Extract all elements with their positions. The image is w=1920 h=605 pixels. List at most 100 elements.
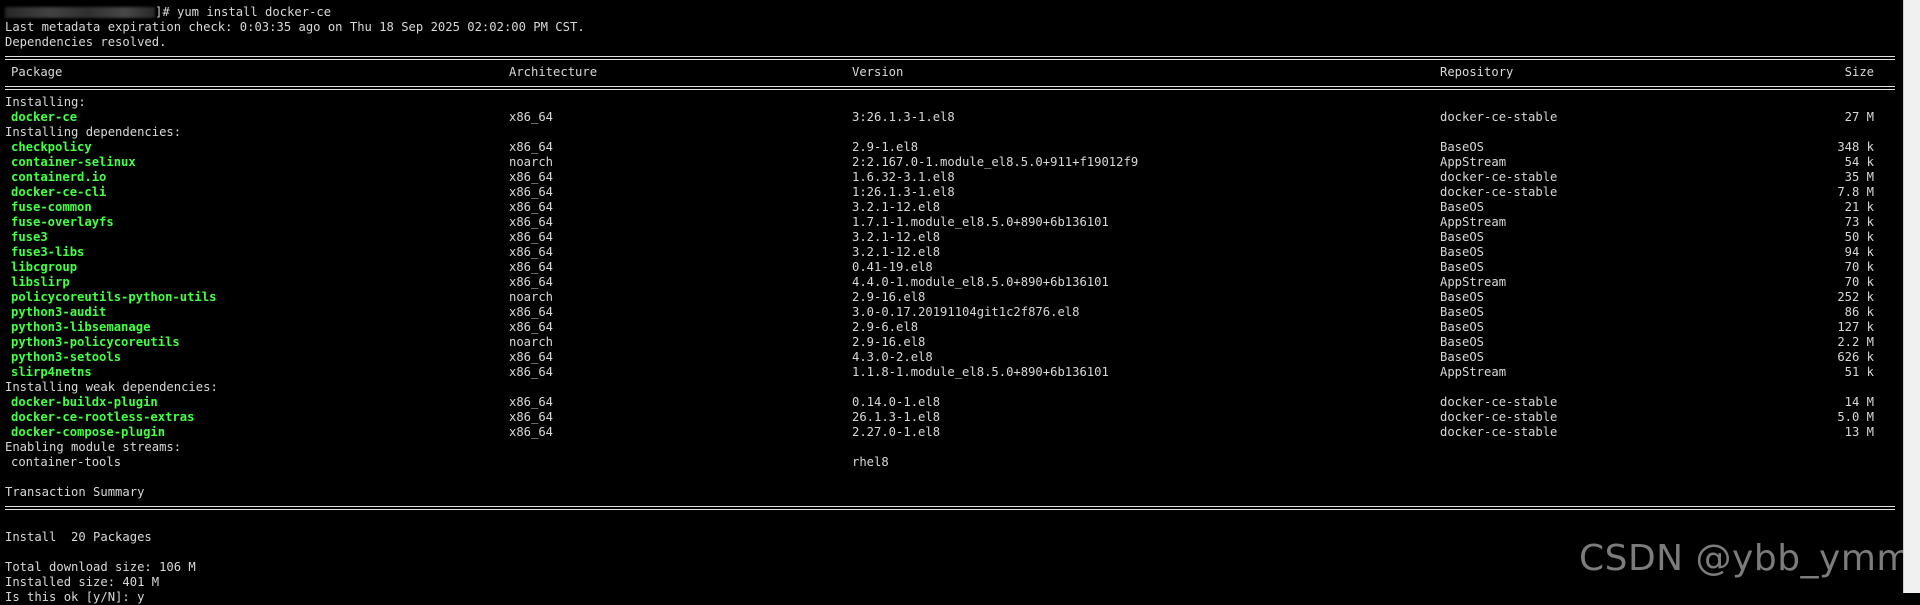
package-repository: AppStream — [1440, 155, 1507, 169]
module-stream: rhel8 — [852, 455, 889, 469]
table-row: python3-audit x86_64 3.0-0.17.20191104git1… — [5, 305, 1904, 320]
table-row: containerd.io x86_64 1.6.32-3.1.el8 docker-… — [5, 170, 1904, 185]
section-title: Installing: — [5, 95, 86, 109]
package-arch: x86_64 — [509, 245, 554, 259]
package-arch: x86_64 — [509, 260, 554, 274]
table-row: python3-setools x86_64 4.3.0-2.el8 BaseOS 62… — [5, 350, 1904, 365]
table-row: libcgroup x86_64 0.41-19.el8 BaseOS 70 k — [5, 260, 1904, 275]
package-repository: docker-ce-stable — [1440, 410, 1558, 424]
package-version: 1:26.1.3-1.el8 — [852, 185, 955, 199]
package-size: 50 k — [1844, 230, 1874, 244]
package-repository: docker-ce-stable — [1440, 425, 1558, 439]
package-version: 1.6.32-3.1.el8 — [852, 170, 955, 184]
table-row: libslirp x86_64 4.4.0-1.module_el8.5.0+890… — [5, 275, 1904, 290]
section-title: Installing weak dependencies: — [5, 380, 218, 394]
confirm-prompt-line[interactable]: Is this ok [y/N]: y — [5, 590, 1904, 605]
command-line: ]# yum install docker-ce — [5, 5, 1904, 20]
package-size: 51 k — [1844, 365, 1874, 379]
package-repository: docker-ce-stable — [1440, 185, 1558, 199]
package-repository: BaseOS — [1440, 335, 1485, 349]
package-version: 3.0-0.17.20191104git1c2f876.el8 — [852, 305, 1080, 319]
table-row: python3-libsemanage x86_64 2.9-6.el8 BaseOS… — [5, 320, 1904, 335]
package-version: 2.9-16.el8 — [852, 290, 926, 304]
table-header: Package Architecture Version Repository … — [5, 65, 1904, 80]
package-arch: x86_64 — [509, 185, 554, 199]
package-size: 7.8 M — [1837, 185, 1874, 199]
package-arch: x86_64 — [509, 305, 554, 319]
package-name: docker-buildx-plugin — [11, 395, 158, 409]
package-name: libslirp — [11, 275, 70, 289]
module-name: container-tools — [11, 455, 122, 469]
table-row: fuse-overlayfs x86_64 1.7.1-1.module_el8.5… — [5, 215, 1904, 230]
separator-line — [5, 500, 1904, 515]
package-version: 0.41-19.el8 — [852, 260, 933, 274]
package-size: 27 M — [1844, 110, 1874, 124]
command-text: ]# yum install docker-ce — [155, 5, 332, 19]
section-title: Installing dependencies: — [5, 125, 182, 139]
masked-hostname — [5, 7, 155, 18]
package-arch: x86_64 — [509, 410, 554, 424]
package-name: slirp4netns — [11, 365, 92, 379]
table-row: fuse3 x86_64 3.2.1-12.el8 BaseOS 50 k — [5, 230, 1904, 245]
table-row: docker-ce x86_64 3:26.1.3-1.el8 docker-ce-s… — [5, 110, 1904, 125]
package-size: 86 k — [1844, 305, 1874, 319]
header-package: Package — [11, 65, 63, 79]
package-name: checkpolicy — [11, 140, 92, 154]
table-row: policycoreutils-python-utils noarch 2.9-16… — [5, 290, 1904, 305]
package-size: 70 k — [1844, 260, 1874, 274]
package-name: docker-compose-plugin — [11, 425, 166, 439]
package-version: 1.1.8-1.module_el8.5.0+890+6b136101 — [852, 365, 1109, 379]
package-arch: x86_64 — [509, 425, 554, 439]
package-version: 26.1.3-1.el8 — [852, 410, 941, 424]
watermark: CSDN @ybb_ymm — [1578, 538, 1912, 579]
package-arch: noarch — [509, 335, 554, 349]
terminal-output[interactable]: ]# yum install docker-ce Last metadata e… — [0, 0, 1904, 604]
table-row: docker-compose-plugin x86_64 2.27.0-1.el8 d… — [5, 425, 1904, 440]
package-version: 1.7.1-1.module_el8.5.0+890+6b136101 — [852, 215, 1109, 229]
package-name: container-selinux — [11, 155, 136, 169]
package-size: 13 M — [1844, 425, 1874, 439]
package-table: Installing: docker-ce x86_64 3:26.1.3-1.el8… — [5, 95, 1904, 440]
header-architecture: Architecture — [509, 65, 598, 79]
package-repository: BaseOS — [1440, 140, 1485, 154]
package-version: 2:2.167.0-1.module_el8.5.0+911+f19012f9 — [852, 155, 1139, 169]
table-row: docker-buildx-plugin x86_64 0.14.0-1.el8 do… — [5, 395, 1904, 410]
package-name: python3-libsemanage — [11, 320, 151, 334]
package-repository: AppStream — [1440, 215, 1507, 229]
package-name: docker-ce-cli — [11, 185, 107, 199]
vertical-scrollbar[interactable] — [1903, 0, 1920, 593]
package-name: libcgroup — [11, 260, 78, 274]
dependencies-resolved-line: Dependencies resolved. — [5, 35, 167, 49]
table-row: container-selinux noarch 2:2.167.0-1.modul… — [5, 155, 1904, 170]
package-version: 3.2.1-12.el8 — [852, 200, 941, 214]
package-version: 4.4.0-1.module_el8.5.0+890+6b136101 — [852, 275, 1109, 289]
table-row: slirp4netns x86_64 1.1.8-1.module_el8.5.0+… — [5, 365, 1904, 380]
module-streams-title: Enabling module streams: — [5, 440, 182, 454]
package-repository: BaseOS — [1440, 305, 1485, 319]
package-repository: docker-ce-stable — [1440, 395, 1558, 409]
package-version: 0.14.0-1.el8 — [852, 395, 941, 409]
package-repository: docker-ce-stable — [1440, 170, 1558, 184]
transaction-summary-title: Transaction Summary — [5, 485, 145, 499]
package-repository: BaseOS — [1440, 320, 1485, 334]
table-row: fuse-common x86_64 3.2.1-12.el8 BaseOS 21 k — [5, 200, 1904, 215]
package-name: fuse3-libs — [11, 245, 85, 259]
package-name: docker-ce — [11, 110, 78, 124]
package-size: 127 k — [1837, 320, 1874, 334]
package-size: 2.2 M — [1837, 335, 1874, 349]
table-row: python3-policycoreutils noarch 2.9-16.el8 B… — [5, 335, 1904, 350]
header-size: Size — [1844, 65, 1874, 79]
table-row: checkpolicy x86_64 2.9-1.el8 BaseOS 348 k — [5, 140, 1904, 155]
package-arch: x86_64 — [509, 320, 554, 334]
package-arch: noarch — [509, 155, 554, 169]
package-arch: x86_64 — [509, 140, 554, 154]
table-row: docker-ce-rootless-extras x86_64 26.1.3-1.… — [5, 410, 1904, 425]
package-version: 2.27.0-1.el8 — [852, 425, 941, 439]
package-name: fuse-overlayfs — [11, 215, 114, 229]
package-size: 35 M — [1844, 170, 1874, 184]
package-repository: BaseOS — [1440, 260, 1485, 274]
package-repository: docker-ce-stable — [1440, 110, 1558, 124]
separator-line — [5, 50, 1904, 65]
package-repository: BaseOS — [1440, 350, 1485, 364]
